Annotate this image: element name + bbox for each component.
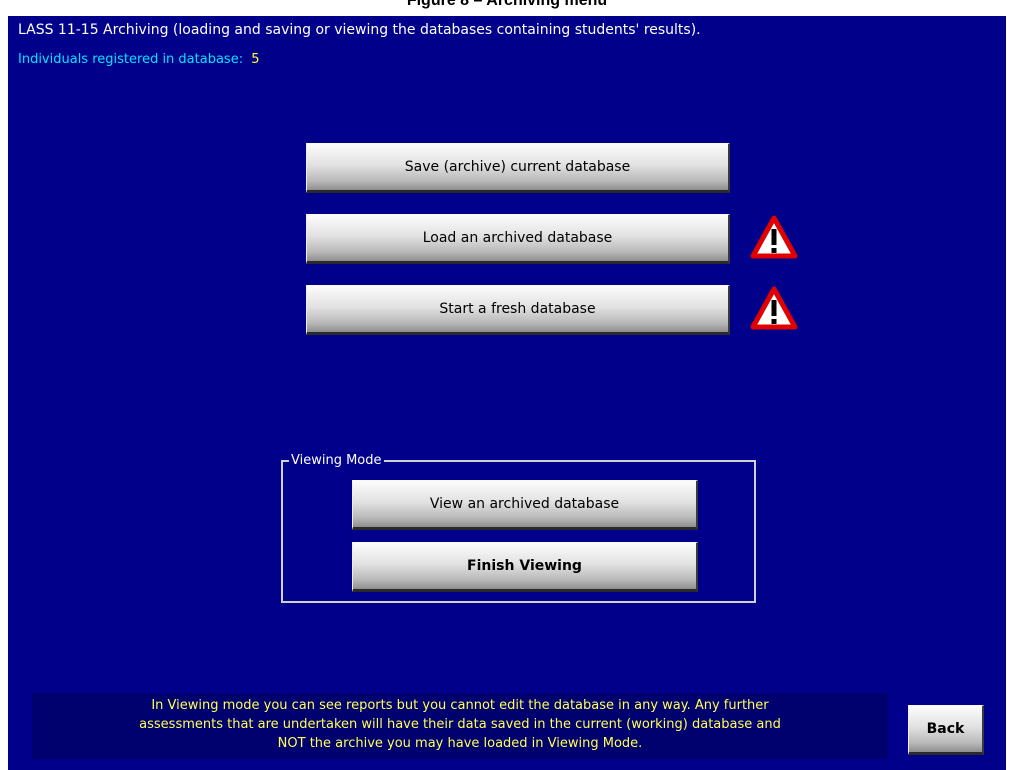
viewing-mode-label: Viewing Mode — [289, 453, 384, 468]
figure-caption: Figure 8 – Archiving menu — [406, 0, 608, 9]
info-line: assessments that are undertaken will hav… — [139, 717, 781, 732]
registered-count-line: Individuals registered in database: 5 — [18, 52, 260, 67]
info-line: NOT the archive you may have loaded in V… — [277, 736, 643, 751]
back-button[interactable]: Back — [908, 705, 984, 755]
page-title: LASS 11-15 Archiving (loading and saving… — [18, 22, 701, 38]
archiving-screen: LASS 11-15 Archiving (loading and saving… — [8, 16, 1006, 770]
load-archived-database-button[interactable]: Load an archived database — [306, 214, 730, 264]
registered-label: Individuals registered in database: — [18, 52, 244, 67]
warning-triangle-icon — [750, 215, 798, 259]
finish-viewing-button[interactable]: Finish Viewing — [352, 542, 698, 592]
save-database-button[interactable]: Save (archive) current database — [306, 143, 730, 193]
viewing-mode-info: In Viewing mode you can see reports but … — [32, 693, 888, 759]
warning-triangle-icon — [750, 286, 798, 330]
registered-count: 5 — [251, 52, 260, 67]
start-fresh-database-button[interactable]: Start a fresh database — [306, 285, 730, 335]
info-line: In Viewing mode you can see reports but … — [151, 698, 769, 713]
view-archived-database-button[interactable]: View an archived database — [352, 480, 698, 530]
